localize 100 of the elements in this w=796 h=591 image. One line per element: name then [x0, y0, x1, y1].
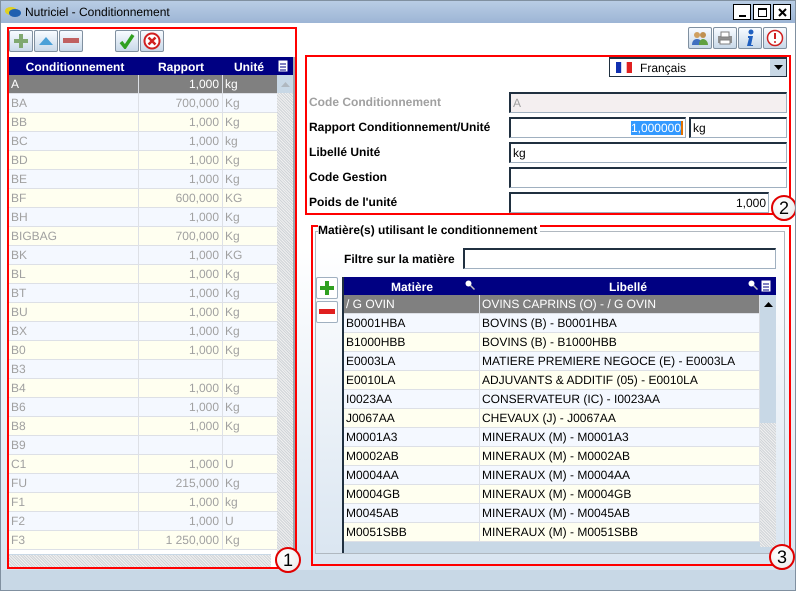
table-cell: 215,000: [139, 474, 223, 492]
cancel-button[interactable]: [140, 30, 164, 52]
table-cell: BB: [9, 113, 139, 131]
input-field[interactable]: kg: [509, 142, 787, 162]
add-button[interactable]: [316, 277, 338, 299]
table-row[interactable]: I0023AA CONSERVATEUR (IC) - I0023AA: [344, 390, 760, 409]
table-cell: BX: [9, 322, 139, 340]
minus-icon: [63, 38, 79, 44]
callout-number: 3: [769, 544, 795, 570]
table-cell: BC: [9, 132, 139, 150]
close-button[interactable]: [773, 4, 791, 20]
search-icon[interactable]: [465, 280, 475, 290]
table-cell-text: Kg: [224, 380, 241, 397]
column-header[interactable]: Matière: [344, 278, 480, 294]
table-cell: B4: [9, 379, 139, 397]
plus-icon: [319, 280, 335, 296]
table-cell: 1,000: [139, 493, 223, 511]
table-row[interactable]: M0001A3 MINERAUX (M) - M0001A3: [344, 428, 760, 447]
close-icon: [778, 8, 786, 16]
table-row[interactable]: M0004AA MINERAUX (M) - M0004AA: [344, 466, 760, 485]
table-cell-text: kg: [224, 494, 239, 511]
table-cell-text: Kg: [224, 228, 241, 245]
users-button[interactable]: [688, 27, 712, 49]
dropdown-arrow-icon: [774, 65, 782, 70]
input-field[interactable]: 1,000: [509, 192, 769, 212]
maximize-icon: [758, 8, 766, 16]
table-cell: 1,000: [139, 75, 223, 93]
filter-field[interactable]: [462, 248, 776, 269]
add-button[interactable]: [9, 30, 33, 52]
confirm-button[interactable]: [115, 30, 139, 52]
table-row[interactable]: E0010LA ADJUVANTS & ADDITIF (05) - E0010LA: [344, 371, 760, 390]
table-cell: J0067AA: [344, 409, 480, 427]
table-cell: 1,000: [139, 265, 223, 283]
table-cell: B3: [9, 360, 139, 378]
table-cell: 1,000: [139, 284, 223, 302]
search-icon[interactable]: [748, 280, 758, 290]
scrollbar[interactable]: [277, 75, 293, 554]
table-cell: 700,000: [139, 94, 223, 112]
window-title: Nutriciel - Conditionnement: [25, 5, 171, 19]
table-cell: BK: [9, 246, 139, 264]
print-button[interactable]: [713, 27, 737, 49]
app-logo-icon: [5, 6, 21, 18]
table-cell-text: Kg: [224, 266, 241, 283]
people-icon: [691, 30, 709, 46]
table-row[interactable]: M0051SBB MINERAUX (M) - M0051SBB: [344, 523, 760, 542]
table-row[interactable]: J0067AA CHEVAUX (J) - J0067AA: [344, 409, 760, 428]
up-triangle-icon: [38, 36, 54, 46]
minimize-button[interactable]: [733, 4, 751, 20]
field-label: Code Gestion: [309, 170, 388, 184]
table-cell-text: Kg: [224, 399, 241, 416]
move-up-button[interactable]: [34, 30, 58, 52]
maximize-button[interactable]: [753, 4, 771, 20]
table-row[interactable]: B1000HBB BOVINS (B) - B1000HBB: [344, 333, 760, 352]
info-icon: [745, 29, 755, 47]
column-chooser-icon[interactable]: [761, 280, 771, 292]
table-cell: 1,000: [139, 246, 223, 264]
table-cell: BE: [9, 170, 139, 188]
table-cell: BIGBAG: [9, 227, 139, 245]
table-cell: 1,000: [139, 379, 223, 397]
table-cell: BH: [9, 208, 139, 226]
info-button[interactable]: [738, 27, 762, 49]
table-cell-text: kg: [224, 76, 239, 93]
table-cell: B9: [9, 436, 139, 454]
table-cell: FU: [9, 474, 139, 492]
table-cell-text: KG: [224, 190, 244, 207]
power-button[interactable]: [763, 27, 787, 49]
table-cell: M0045AB: [344, 504, 480, 522]
table-cell: M0002AB: [344, 447, 480, 465]
table-cell-text: Kg: [224, 475, 241, 492]
table-cell: / G OVIN: [344, 295, 480, 313]
input-field[interactable]: 1,000000: [509, 116, 686, 138]
table-cell-text: kg: [224, 133, 239, 150]
table-row[interactable]: / G OVIN OVINS CAPRINS (O) - / G OVIN: [344, 295, 760, 314]
table-cell: BU: [9, 303, 139, 321]
table-row[interactable]: M0002AB MINERAUX (M) - M0002AB: [344, 447, 760, 466]
table-cell: 700,000: [139, 227, 223, 245]
table-cell-text: Kg: [224, 285, 241, 302]
scrollbar[interactable]: [9, 554, 271, 567]
table-cell: 1,000: [139, 151, 223, 169]
table-row[interactable]: E0003LA MATIERE PREMIERE NEGOCE (E) - E0003LA: [344, 352, 760, 371]
table-cell: 1 250,000: [139, 531, 223, 549]
table-cell: B0: [9, 341, 139, 359]
french-flag-icon: [616, 62, 632, 73]
table-cell: BT: [9, 284, 139, 302]
table-cell: E0010LA: [344, 371, 480, 389]
table-row[interactable]: M0045AB MINERAUX (M) - M0045AB: [344, 504, 760, 523]
table-row[interactable]: B0001HBA BOVINS (B) - B0001HBA: [344, 314, 760, 333]
table-row[interactable]: M0004GB MINERAUX (M) - M0004GB: [344, 485, 760, 504]
input-field[interactable]: kg: [689, 116, 787, 138]
remove-button[interactable]: [59, 30, 83, 52]
input-field[interactable]: [509, 166, 787, 188]
column-chooser-icon[interactable]: [278, 60, 288, 72]
column-header[interactable]: Libellé: [480, 278, 776, 294]
table-cell: BF: [9, 189, 139, 207]
table-cell: 1,000: [139, 322, 223, 340]
scroll-up-arrow-icon[interactable]: [764, 302, 772, 306]
table-cell: M0001A3: [344, 428, 480, 446]
table-cell-text: Kg: [224, 323, 241, 340]
remove-button[interactable]: [316, 301, 338, 323]
language-dropdown[interactable]: Français: [609, 57, 787, 77]
